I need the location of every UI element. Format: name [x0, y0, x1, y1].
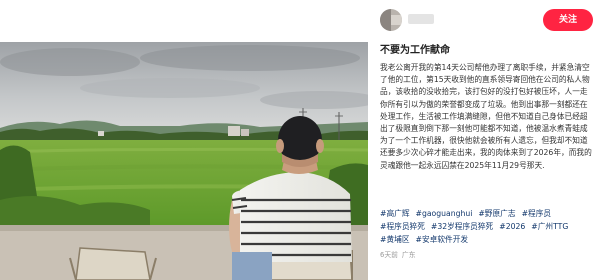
tag-list: #高广辉 #gaoguanghui #野原广志 #程序员 #程序员猝死 #32岁程序员猝…: [380, 207, 594, 246]
post-title: 不要为工作献命: [380, 45, 450, 56]
post-meta: 6天前 广东: [380, 250, 594, 260]
author-bar: 关注: [368, 0, 600, 40]
post-location: 广东: [401, 251, 416, 259]
post-detail-panel: 关注 不要为工作献命 我老公离开我的第14天公司帮他办理了离职手续，并紧急清空了…: [368, 0, 600, 280]
hashtag-link[interactable]: #程序员: [522, 209, 552, 218]
hashtag-link[interactable]: #野原广志: [478, 209, 515, 218]
author-name-blurred[interactable]: [408, 14, 434, 24]
building: [228, 126, 240, 136]
camping-chair: [69, 247, 157, 280]
hashtag-link[interactable]: #32岁程序员猝死: [431, 222, 493, 231]
hashtag-link[interactable]: #gaoguanghui: [416, 209, 473, 218]
hashtag-link[interactable]: #高广辉: [380, 209, 410, 218]
post-time: 6天前: [380, 251, 398, 259]
post-body: 我老公离开我的第14天公司帮他办理了离职手续，并紧急清空了他的工位，第15天收到…: [380, 63, 592, 170]
hashtag-link[interactable]: #程序员猝死: [380, 222, 425, 231]
post-photo[interactable]: [0, 0, 368, 280]
hashtag-link[interactable]: #安卓软件开发: [416, 235, 469, 244]
author-avatar[interactable]: [380, 9, 402, 31]
hashtag-link[interactable]: #2026: [499, 222, 525, 231]
cloud: [0, 48, 140, 76]
photo-scene: [0, 42, 368, 280]
building: [241, 129, 249, 136]
cloud: [80, 78, 260, 98]
building: [98, 131, 104, 136]
cloud: [140, 45, 360, 71]
hashtag-link[interactable]: #广州TTG: [531, 222, 568, 231]
hashtag-link[interactable]: #黄埔区: [380, 235, 410, 244]
follow-button[interactable]: 关注: [543, 9, 593, 31]
